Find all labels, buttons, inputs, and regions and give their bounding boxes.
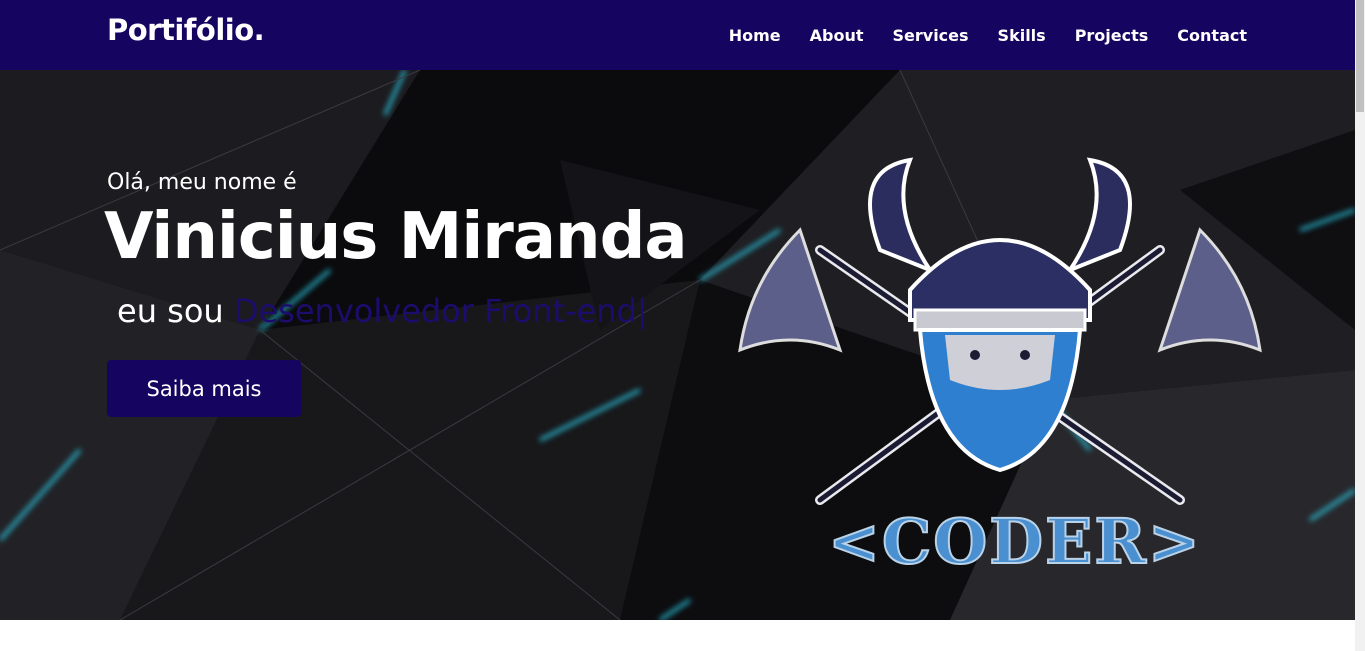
nav-item-contact: Contact bbox=[1177, 26, 1247, 45]
site-logo[interactable]: Portifólio. bbox=[107, 13, 265, 47]
hero-role-typed: Desenvolvedor Front-end| bbox=[233, 292, 648, 330]
nav-link-about[interactable]: About bbox=[810, 26, 864, 45]
nav-item-services: Services bbox=[893, 26, 969, 45]
nav-item-projects: Projects bbox=[1075, 26, 1149, 45]
nav-link-services[interactable]: Services bbox=[893, 26, 969, 45]
hero-greeting: Olá, meu nome é bbox=[107, 170, 297, 195]
nav-link-skills[interactable]: Skills bbox=[998, 26, 1046, 45]
scrollbar-thumb[interactable] bbox=[1356, 0, 1364, 112]
nav-link-contact[interactable]: Contact bbox=[1177, 26, 1247, 45]
navbar: Portifólio. Home About Services Skills P… bbox=[0, 0, 1355, 70]
nav-link-home[interactable]: Home bbox=[729, 26, 781, 45]
content-below-hero bbox=[0, 620, 1355, 651]
viking-coder-logo bbox=[738, 157, 1262, 505]
nav-item-about: About bbox=[810, 26, 864, 45]
nav-menu: Home About Services Skills Projects Cont… bbox=[700, 0, 1247, 70]
saiba-mais-button[interactable]: Saiba mais bbox=[107, 360, 301, 417]
hero-role-prefix: eu sou bbox=[117, 292, 224, 330]
nav-item-home: Home bbox=[729, 26, 781, 45]
nav-item-skills: Skills bbox=[998, 26, 1046, 45]
hero-section: Olá, meu nome é Vinicius Miranda eu sou … bbox=[0, 70, 1355, 620]
nav-link-projects[interactable]: Projects bbox=[1075, 26, 1149, 45]
coder-emblem-text: <CODER> bbox=[827, 504, 1202, 579]
hero-role: eu sou Desenvolvedor Front-end| bbox=[117, 292, 648, 330]
hero-name: Vinicius Miranda bbox=[104, 200, 688, 274]
